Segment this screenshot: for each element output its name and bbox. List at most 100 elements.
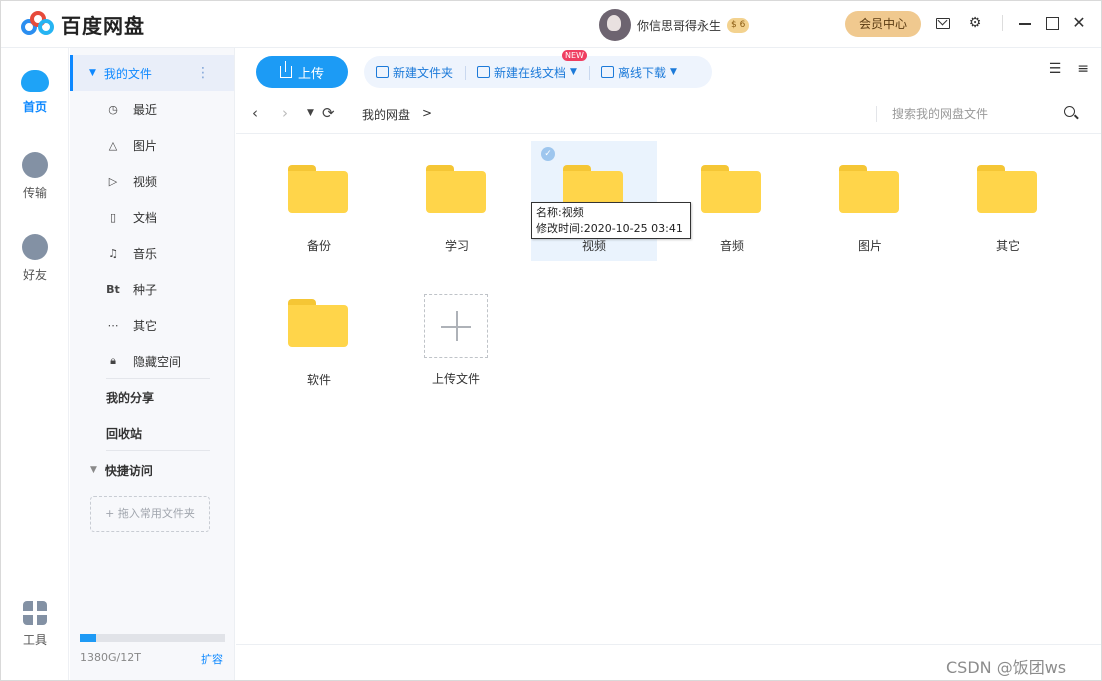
- search-icon[interactable]: [1064, 106, 1075, 117]
- coin-badge[interactable]: $ 6: [727, 17, 750, 33]
- chevron-down-icon: ▼: [570, 67, 577, 77]
- divider: [1002, 15, 1003, 31]
- more-icon: ⋯: [107, 318, 119, 332]
- view-controls: ☰ ≡: [1049, 61, 1089, 77]
- new-online-doc-button[interactable]: 新建在线文档 ▼: [465, 64, 589, 81]
- new-online-doc-label: 新建在线文档: [494, 65, 567, 80]
- folder-icon: [701, 165, 761, 213]
- folder-item[interactable]: 软件: [256, 275, 382, 395]
- quick-access-header[interactable]: ▼ 快捷访问: [70, 452, 234, 488]
- sidebar-item-label: 最近: [133, 102, 158, 117]
- avatar[interactable]: [599, 9, 631, 41]
- bt-icon: Bt: [106, 282, 120, 296]
- tools-icon: [23, 601, 47, 625]
- app-title: 百度网盘: [61, 14, 145, 38]
- nav-home[interactable]: 首页: [1, 70, 69, 115]
- cloud-icon: [21, 70, 49, 92]
- offline-download-label: 离线下载: [617, 65, 666, 80]
- sidebar-item-documents[interactable]: ▯ 文档: [70, 199, 234, 235]
- storage-progress-fill: [80, 634, 96, 642]
- close-icon[interactable]: ✕: [1070, 14, 1088, 32]
- nav-tools[interactable]: 工具: [1, 601, 69, 648]
- minimize-icon[interactable]: [1016, 14, 1034, 32]
- image-icon: △: [108, 138, 118, 152]
- sidebar-item-label: 文档: [133, 210, 158, 225]
- expand-storage-link[interactable]: 扩容: [201, 651, 223, 667]
- folder-item[interactable]: 其它: [945, 141, 1071, 261]
- new-folder-button[interactable]: 新建文件夹: [364, 64, 465, 81]
- sidebar-item-images[interactable]: △ 图片: [70, 127, 234, 163]
- divider: [236, 644, 1101, 645]
- sidebar-item-label: 种子: [133, 282, 158, 297]
- folder-item[interactable]: 备份: [256, 141, 382, 261]
- quick-access-label: 快捷访问: [104, 463, 153, 478]
- file-tooltip: 名称:视频 修改时间:2020-10-25 03:41: [531, 202, 691, 239]
- folder-item[interactable]: ✓ 视频: [531, 141, 657, 261]
- tooltip-modified-time: 修改时间:2020-10-25 03:41: [536, 222, 683, 235]
- folder-item[interactable]: 学习: [394, 141, 520, 261]
- back-icon[interactable]: ‹: [252, 104, 258, 122]
- app-logo: 百度网盘: [21, 10, 145, 39]
- friends-icon: [22, 234, 48, 260]
- maximize-icon[interactable]: [1043, 14, 1061, 32]
- breadcrumb-separator: >: [422, 106, 433, 120]
- sidebar-item-label: 音乐: [133, 246, 158, 261]
- history-dropdown-icon[interactable]: ▼: [307, 108, 314, 118]
- username[interactable]: 你信思哥得永生: [637, 17, 721, 34]
- play-icon: ▷: [108, 174, 118, 188]
- sort-icon[interactable]: ☰: [1049, 61, 1062, 77]
- new-folder-label: 新建文件夹: [393, 65, 454, 80]
- mail-icon[interactable]: [934, 14, 952, 32]
- sidebar-item-hidden-space[interactable]: 🔒︎ 隐藏空间: [70, 343, 234, 379]
- sidebar-item-recent[interactable]: ◷ 最近: [70, 91, 234, 127]
- sidebar-item-music[interactable]: ♫ 音乐: [70, 235, 234, 271]
- lock-icon: 🔒︎: [110, 354, 116, 367]
- more-vertical-icon[interactable]: ⋮: [196, 65, 210, 81]
- sidebar-item-label: 我的文件: [103, 66, 152, 81]
- divider: [106, 450, 210, 451]
- sidebar-item-videos[interactable]: ▷ 视频: [70, 163, 234, 199]
- list-view-icon[interactable]: ≡: [1077, 61, 1089, 77]
- sidebar-item-my-share[interactable]: 我的分享: [70, 379, 234, 415]
- sidebar-item-other[interactable]: ⋯ 其它: [70, 307, 234, 343]
- nav-tools-label: 工具: [22, 633, 47, 647]
- folder-icon: [977, 165, 1037, 213]
- sidebar-item-torrents[interactable]: Bt 种子: [70, 271, 234, 307]
- user-info[interactable]: 你信思哥得永生 $ 6: [599, 9, 750, 41]
- watermark: CSDN @饭团ws: [946, 658, 1067, 677]
- caret-down-icon: ▼: [89, 68, 96, 78]
- caret-down-icon: ▼: [90, 465, 97, 475]
- folder-name: 软件: [306, 373, 331, 387]
- sidebar-item-my-files[interactable]: ▼ 我的文件 ⋮: [70, 55, 234, 91]
- gear-icon[interactable]: ⚙: [966, 14, 984, 32]
- offline-download-button[interactable]: 离线下载 ▼: [588, 64, 689, 81]
- sidebar-item-label: 图片: [133, 138, 158, 153]
- refresh-icon[interactable]: ⟳: [322, 104, 335, 122]
- quick-access-drop-zone[interactable]: + 拖入常用文件夹: [90, 496, 210, 532]
- folder-name: 其它: [995, 239, 1020, 253]
- sidebar-item-label: 其它: [133, 318, 158, 333]
- folder-name: 图片: [857, 239, 882, 253]
- toolbar-actions: 新建文件夹 新建在线文档 ▼ 离线下载 ▼: [364, 56, 712, 88]
- divider: [876, 106, 877, 122]
- folder-item[interactable]: 音频: [669, 141, 795, 261]
- clock-icon: ◷: [108, 102, 118, 116]
- document-icon: ▯: [109, 210, 117, 224]
- folder-name: 音频: [719, 239, 744, 253]
- upload-button[interactable]: 上传: [256, 56, 348, 88]
- vip-center-button[interactable]: 会员中心: [845, 11, 921, 37]
- baidu-netdisk-logo-icon: [21, 10, 55, 39]
- breadcrumb[interactable]: 我的网盘: [362, 106, 410, 123]
- upload-file-tile[interactable]: [424, 294, 488, 358]
- checkmark-icon[interactable]: ✓: [541, 147, 555, 161]
- sidebar-item-label: 隐藏空间: [133, 354, 182, 369]
- nav-transfer-label: 传输: [22, 186, 47, 200]
- folder-item[interactable]: 图片: [807, 141, 933, 261]
- search-input[interactable]: [892, 104, 1072, 124]
- sidebar-item-recycle-bin[interactable]: 回收站: [70, 415, 234, 451]
- title-bar: 百度网盘 你信思哥得永生 $ 6 会员中心 ⚙ ✕: [1, 1, 1101, 48]
- app-window: 百度网盘 你信思哥得永生 $ 6 会员中心 ⚙ ✕ 首页 传输 好友 工具 ▼ …: [0, 0, 1102, 681]
- nav-friends[interactable]: 好友: [1, 234, 69, 283]
- forward-icon[interactable]: ›: [282, 104, 288, 122]
- nav-transfer[interactable]: 传输: [1, 152, 69, 201]
